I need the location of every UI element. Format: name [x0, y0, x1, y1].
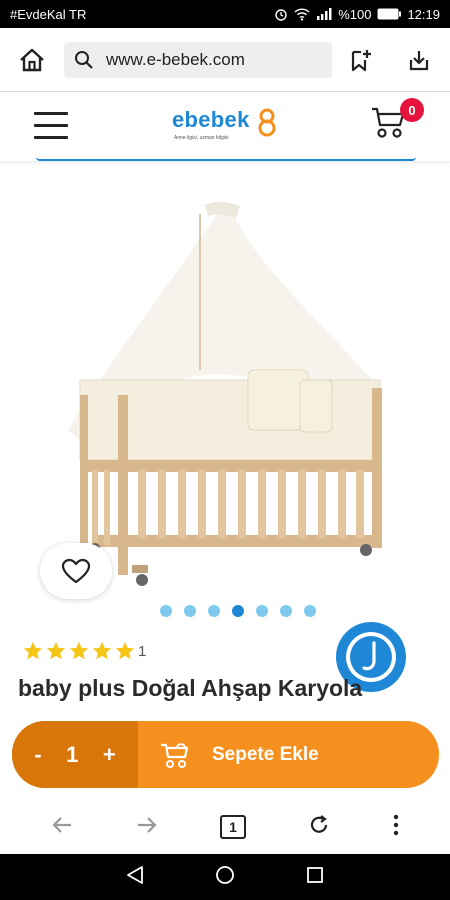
more-vertical-icon: [393, 814, 398, 835]
triangle-back-icon: [126, 865, 143, 884]
download-button[interactable]: [390, 28, 448, 92]
site-logo[interactable]: ebebek Anne ilgisi, uzman bilgisi: [172, 107, 282, 147]
forward-button[interactable]: [136, 816, 158, 839]
menu-button[interactable]: [34, 112, 68, 140]
android-home-button[interactable]: [215, 865, 235, 890]
stroller-icon: [161, 742, 189, 768]
site-header: ebebek Anne ilgisi, uzman bilgisi 0: [0, 93, 450, 161]
carousel-dots: [160, 605, 316, 617]
browser-bottom-nav: 1: [0, 800, 450, 854]
alarm-icon: [274, 7, 288, 21]
battery-percent: %100: [338, 6, 372, 22]
more-options-button[interactable]: [393, 814, 399, 841]
wifi-icon: [294, 7, 310, 21]
add-to-cart-label: Sepete Ekle: [212, 743, 319, 765]
refresh-icon: [311, 814, 328, 833]
back-button[interactable]: [51, 816, 73, 839]
battery-icon: [377, 8, 402, 20]
download-icon: [409, 50, 429, 70]
star-icon: [46, 641, 66, 660]
bookmark-button[interactable]: [332, 28, 390, 92]
tab-switcher-button[interactable]: 1: [219, 815, 246, 839]
carousel-dot[interactable]: [232, 605, 244, 617]
signal-icon: [316, 8, 332, 20]
cart-button[interactable]: 0: [370, 98, 424, 149]
carousel-dot[interactable]: [208, 605, 220, 617]
add-to-cart-button[interactable]: Sepete Ekle: [138, 721, 439, 788]
status-indicators: %100 12:19: [274, 7, 440, 22]
crib-image: [68, 201, 385, 586]
menu-icon-line: [34, 112, 68, 115]
product-rating[interactable]: 1: [22, 640, 146, 662]
carousel-dot[interactable]: [256, 605, 268, 617]
arrow-left-icon: [52, 816, 72, 833]
android-back-button[interactable]: [126, 865, 144, 890]
product-title: baby plus Doğal Ahşap Karyola: [18, 675, 363, 701]
carousel-dot[interactable]: [160, 605, 172, 617]
carousel-dot[interactable]: [280, 605, 292, 617]
heart-icon: [61, 558, 91, 584]
star-icon: [23, 641, 43, 660]
review-count: 1: [138, 642, 147, 660]
quantity-value: 1: [66, 741, 79, 767]
favorite-button[interactable]: [40, 543, 112, 599]
star-icon: [69, 641, 89, 660]
search-icon: [75, 50, 93, 69]
arrow-right-icon: [137, 816, 157, 833]
bookmark-add-icon: [351, 49, 371, 71]
decrease-quantity-button[interactable]: -: [34, 742, 41, 768]
product-image[interactable]: [0, 170, 450, 600]
logo-tagline: Anne ilgisi, uzman bilgisi: [174, 135, 229, 141]
carrier-label: #EvdeKal TR: [10, 6, 87, 22]
star-icon: [115, 641, 135, 660]
star-icon: [92, 641, 112, 660]
android-recents-button[interactable]: [306, 866, 324, 889]
android-navigation-bar: [0, 854, 450, 900]
url-text: www.e-bebek.com: [106, 49, 245, 69]
menu-icon-line: [34, 136, 68, 139]
reload-button[interactable]: [308, 814, 330, 841]
circle-home-icon: [216, 865, 234, 884]
address-bar[interactable]: www.e-bebek.com: [64, 41, 332, 78]
quantity-stepper: - 1 +: [12, 721, 138, 788]
logo-mark-icon: [258, 108, 276, 137]
screen: #EvdeKal TR %100 12:19 www.e-bebek.com e…: [0, 0, 450, 900]
increase-quantity-button[interactable]: +: [103, 742, 116, 768]
logo-wordmark: ebebek: [172, 107, 250, 132]
home-icon: [20, 48, 44, 71]
cart-count-badge: 0: [400, 98, 424, 122]
clock: 12:19: [407, 6, 440, 22]
header-accent-line: [36, 157, 416, 161]
carousel-dot[interactable]: [184, 605, 196, 617]
square-recents-icon: [307, 866, 324, 883]
home-button[interactable]: [0, 28, 64, 92]
add-to-cart-bar: - 1 + Sepete Ekle: [12, 721, 439, 788]
status-bar: #EvdeKal TR %100 12:19: [0, 0, 450, 28]
browser-toolbar: www.e-bebek.com: [0, 28, 450, 92]
carousel-dot[interactable]: [304, 605, 316, 617]
menu-icon-line: [34, 124, 68, 127]
